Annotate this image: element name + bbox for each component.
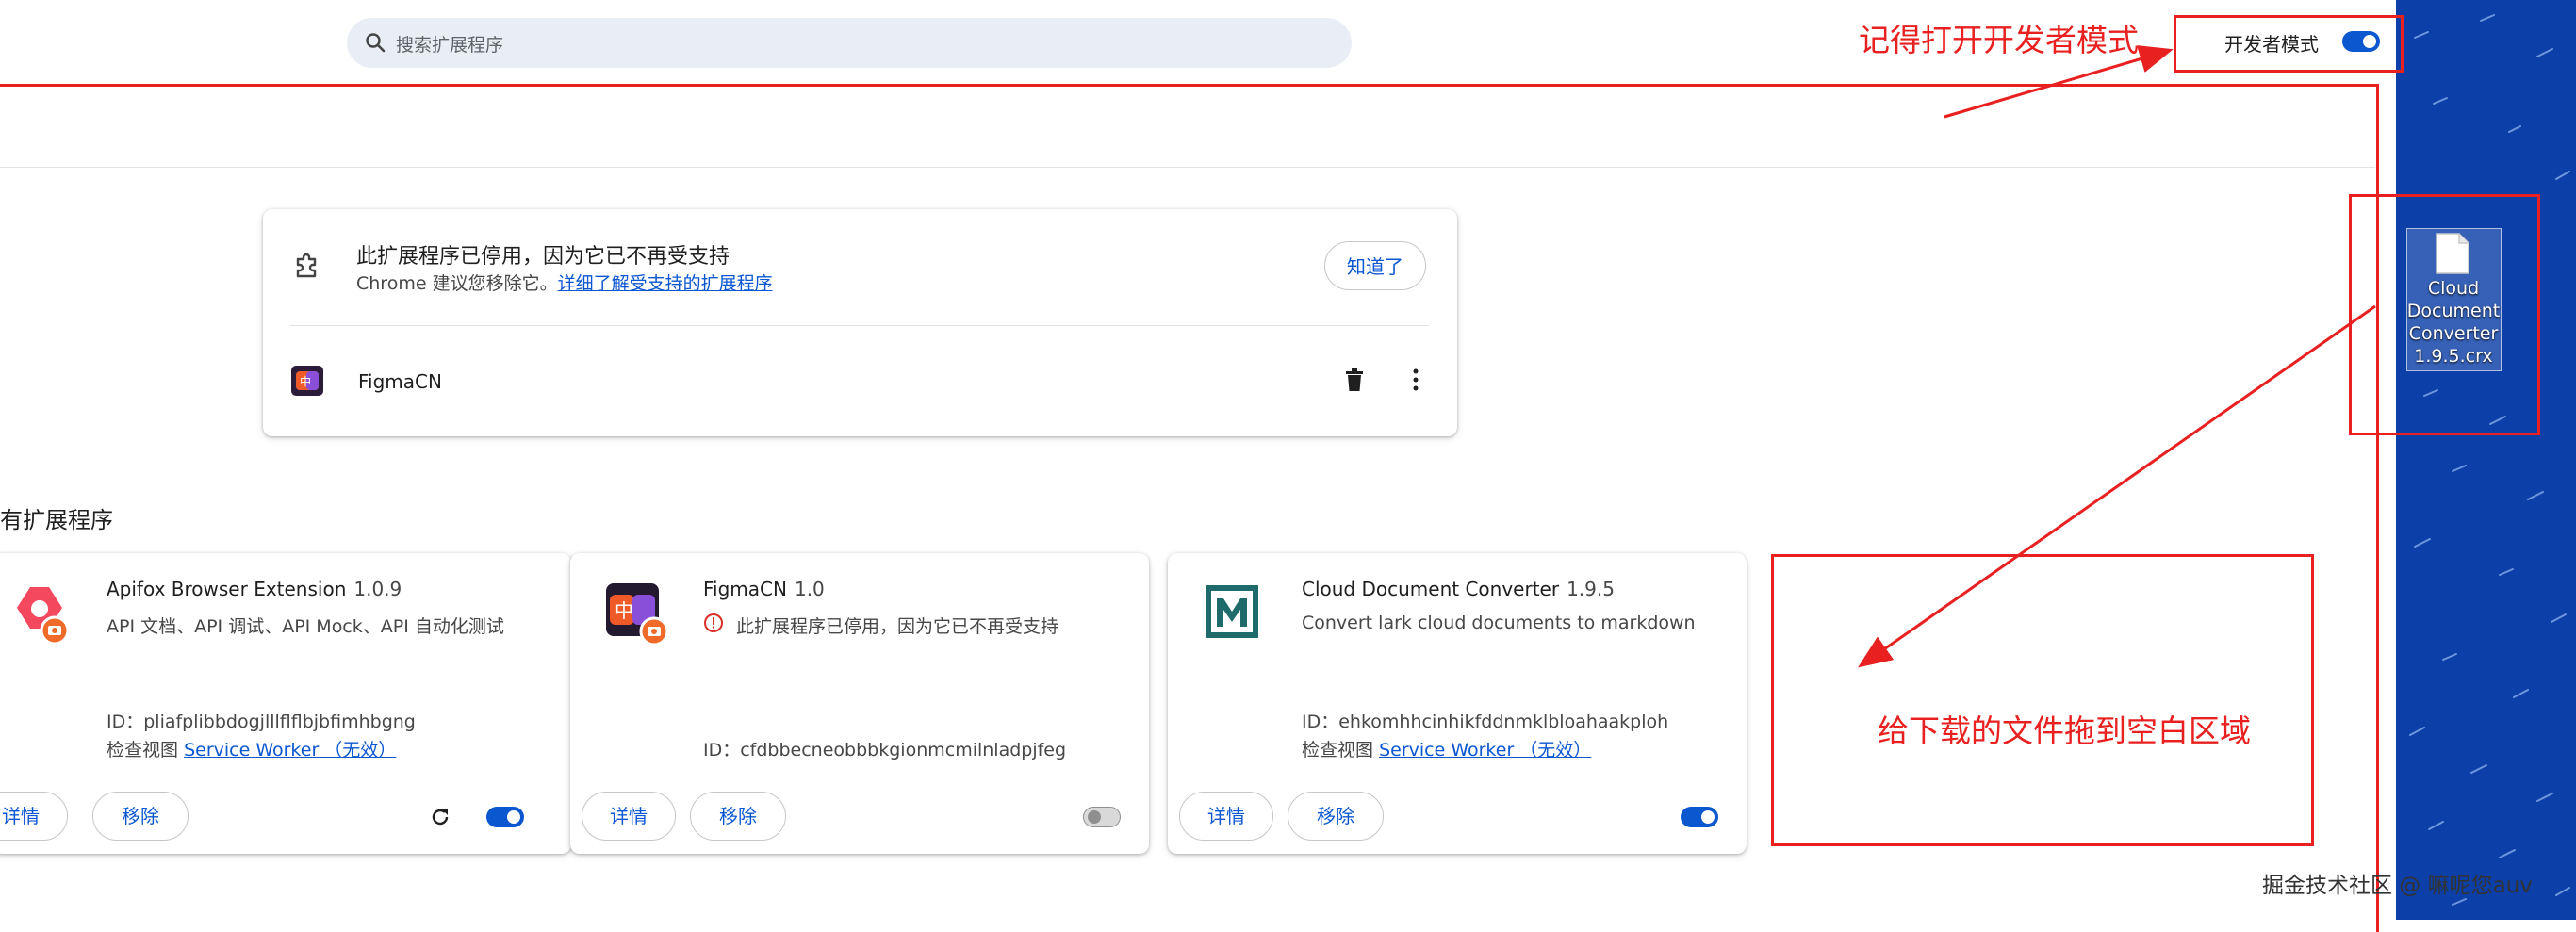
drag-arrow	[1858, 304, 2376, 668]
annotation-arrows	[1858, 45, 2376, 668]
watermark: 掘金技术社区 @ 嘛呢您auv	[2262, 874, 2533, 898]
dev-mode-arrow	[1944, 45, 2174, 119]
